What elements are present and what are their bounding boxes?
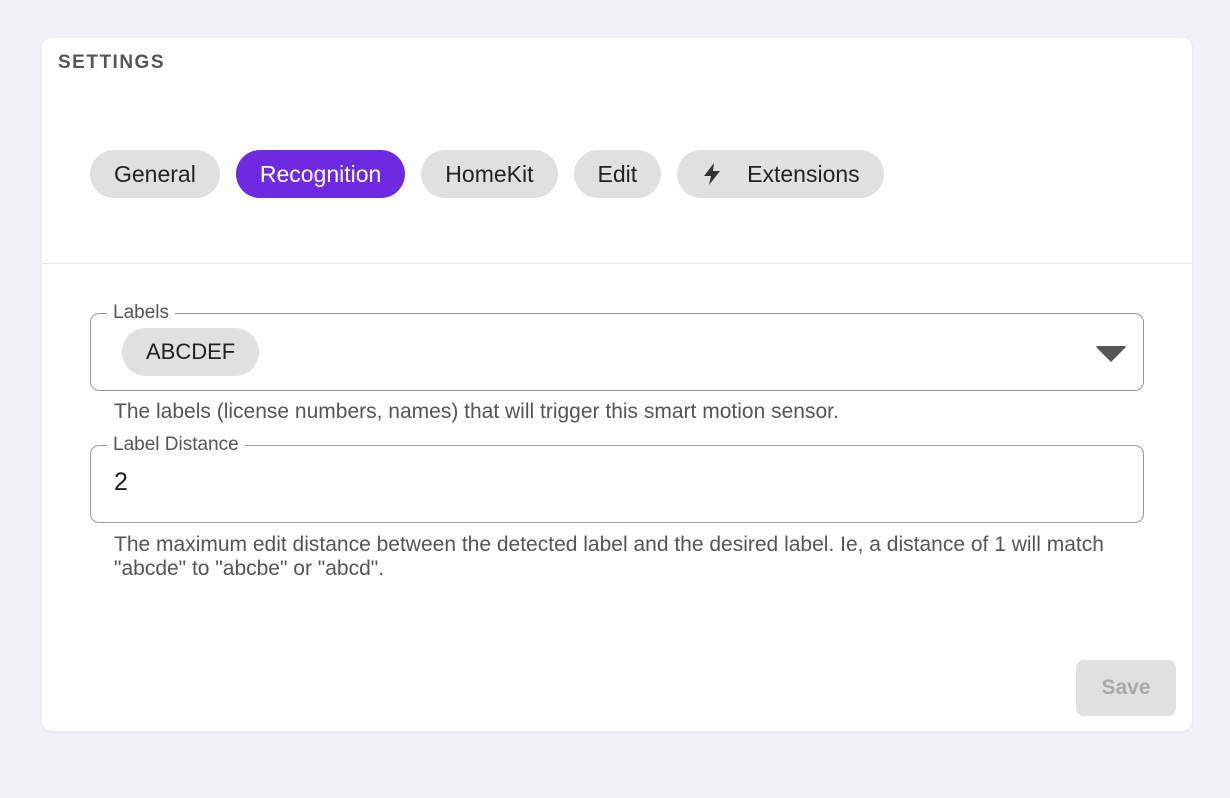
tab-recognition[interactable]: Recognition <box>235 150 406 198</box>
label-distance-legend: Label Distance <box>107 433 245 457</box>
labels-legend: Labels <box>107 301 175 325</box>
label-chip[interactable]: ABCDEF <box>122 328 260 376</box>
settings-card: SETTINGS General Recognition HomeKit Edi… <box>42 38 1192 731</box>
labels-helper-text: The labels (license numbers, names) that… <box>114 400 839 423</box>
chip-label: ABCDEF <box>146 339 236 364</box>
tab-bar: General Recognition HomeKit Edit Extensi… <box>90 150 884 198</box>
tab-label: Recognition <box>259 160 382 187</box>
lightning-bolt-icon <box>701 162 723 186</box>
tab-label: HomeKit <box>445 160 534 187</box>
tab-label: General <box>114 160 196 187</box>
tab-label: Extensions <box>747 160 860 187</box>
tab-label: Edit <box>597 160 638 187</box>
labels-select[interactable]: Labels ABCDEF <box>90 301 1144 391</box>
tab-homekit[interactable]: HomeKit <box>421 150 558 198</box>
divider <box>42 263 1192 264</box>
label-distance-helper-text: The maximum edit distance between the de… <box>114 533 1104 580</box>
card-title: SETTINGS <box>58 52 166 73</box>
label-distance-field: Label Distance <box>90 433 1144 523</box>
label-distance-input[interactable] <box>114 468 1114 497</box>
tab-extensions[interactable]: Extensions <box>677 150 884 198</box>
tab-edit[interactable]: Edit <box>573 150 662 198</box>
dropdown-arrow-icon[interactable] <box>1095 346 1127 362</box>
save-button[interactable]: Save <box>1076 660 1176 716</box>
tab-general[interactable]: General <box>90 150 220 198</box>
